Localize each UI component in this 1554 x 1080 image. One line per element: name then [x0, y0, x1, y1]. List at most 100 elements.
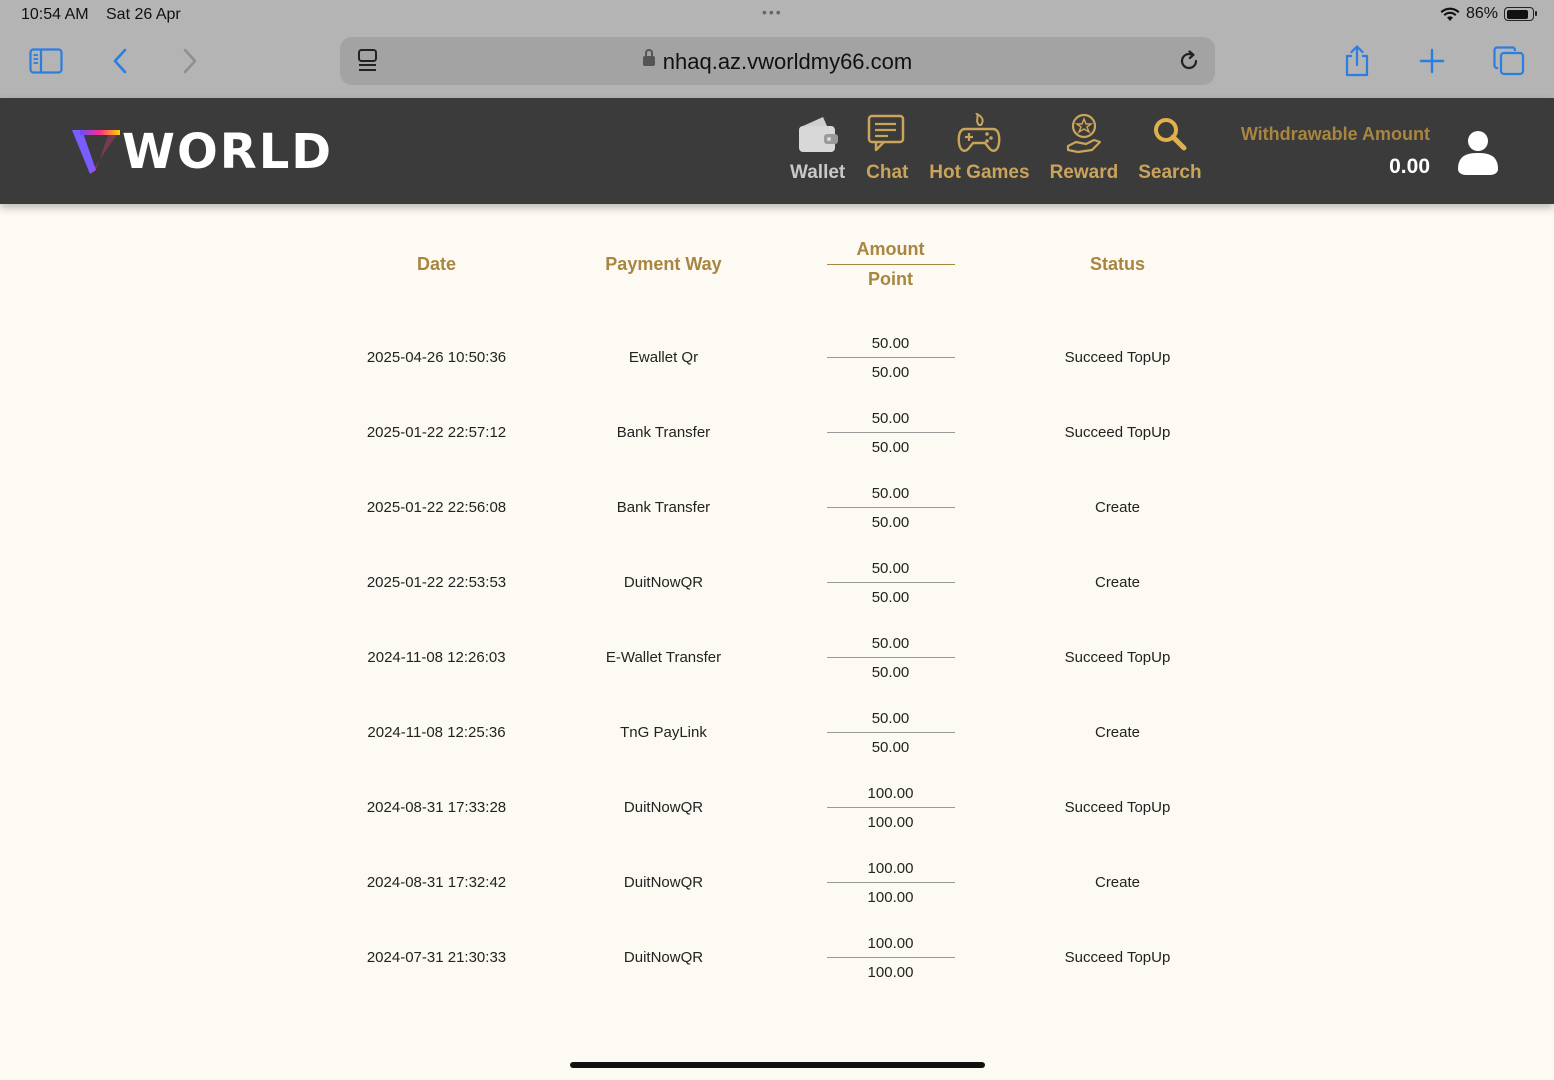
cell-amount: 50.00: [826, 335, 955, 358]
nav-search-label: Search: [1138, 162, 1202, 183]
header-amount: Amount: [826, 239, 955, 265]
user-avatar-icon[interactable]: [1450, 123, 1506, 179]
cell-amount: 50.00: [826, 710, 955, 733]
cell-point: 50.00: [871, 663, 910, 681]
reward-icon: [1066, 113, 1101, 154]
site-header: WORLD Wallet Chat Hot Games Reward Searc…: [0, 98, 1554, 204]
cell-status: Succeed TopUp: [1064, 424, 1171, 441]
gamepad-icon: [957, 113, 1001, 152]
back-button[interactable]: [108, 44, 132, 78]
header-status: Status: [1089, 254, 1145, 274]
cell-amount: 50.00: [826, 635, 955, 658]
cell-amount-point: 100.00 100.00: [777, 785, 1004, 831]
cell-amount-point: 100.00 100.00: [777, 860, 1004, 906]
table-header: Date Payment Way Amount Point Status: [323, 230, 1231, 300]
cell-payment-way: DuitNowQR: [623, 574, 704, 591]
cell-amount-point: 50.00 50.00: [777, 410, 1004, 456]
cell-amount: 50.00: [826, 560, 955, 583]
table-body: 2025-04-26 10:50:36 Ewallet Qr 50.00 50.0…: [323, 320, 1231, 995]
share-button[interactable]: [1340, 44, 1374, 78]
nav-search[interactable]: Search: [1138, 112, 1202, 184]
cell-payment-way: E-Wallet Transfer: [605, 649, 722, 666]
tabs-icon: [1493, 46, 1525, 76]
cell-point: 50.00: [871, 513, 910, 531]
header-amount-point: Amount Point: [777, 230, 1004, 300]
nav-chat-label: Chat: [866, 162, 909, 183]
cell-date: 2024-08-31 17:33:28: [366, 799, 507, 816]
cell-amount-point: 50.00 50.00: [777, 710, 1004, 756]
cell-payment-way: Ewallet Qr: [628, 349, 699, 366]
cell-amount: 100.00: [826, 785, 955, 808]
tabs-overview-button[interactable]: [1492, 44, 1526, 78]
cell-status: Succeed TopUp: [1064, 949, 1171, 966]
reload-icon[interactable]: [1177, 49, 1201, 73]
logo-text: WORLD: [122, 124, 334, 180]
nav-reward-label: Reward: [1049, 162, 1119, 183]
header-point: Point: [868, 269, 913, 289]
cell-amount: 100.00: [826, 860, 955, 883]
cell-date: 2025-04-26 10:50:36: [366, 349, 507, 366]
withdrawable-amount: Withdrawable Amount 0.00: [1241, 124, 1430, 179]
wallet-icon: [798, 117, 838, 152]
nav-chat[interactable]: Chat: [865, 112, 909, 184]
wifi-icon: [1440, 7, 1460, 21]
new-tab-button[interactable]: [1416, 44, 1448, 78]
url-text: nhaq.az.vworldmy66.com: [340, 49, 1215, 75]
browser-toolbar: nhaq.az.vworldmy66.com: [0, 30, 1554, 98]
sidebar-icon: [29, 48, 63, 74]
plus-icon: [1419, 48, 1445, 74]
multitask-dots-icon[interactable]: •••: [762, 4, 783, 20]
cell-point: 100.00: [867, 963, 914, 981]
search-icon: [1153, 118, 1187, 151]
cell-point: 100.00: [867, 813, 914, 831]
cell-amount: 50.00: [826, 410, 955, 433]
nav-hot-games[interactable]: Hot Games: [929, 112, 1030, 184]
cell-status: Create: [1094, 874, 1141, 891]
table-row: 2024-11-08 12:25:36 TnG PayLink 50.00 50.…: [323, 695, 1231, 770]
battery-percent: 86%: [1465, 5, 1498, 22]
cell-point: 50.00: [871, 363, 910, 381]
cell-payment-way: DuitNowQR: [623, 799, 704, 816]
cell-payment-way: Bank Transfer: [616, 424, 711, 441]
nav-hot-games-label: Hot Games: [929, 162, 1030, 183]
cell-date: 2024-11-08 12:25:36: [367, 724, 506, 741]
cell-date: 2025-01-22 22:53:53: [366, 574, 507, 591]
cell-status: Succeed TopUp: [1064, 649, 1171, 666]
share-icon: [1345, 45, 1369, 77]
cell-point: 100.00: [867, 888, 914, 906]
cell-date: 2024-08-31 17:32:42: [366, 874, 507, 891]
header-date: Date: [416, 254, 456, 274]
cell-date: 2024-11-08 12:26:03: [367, 649, 506, 666]
status-time: 10:54 AM: [21, 6, 89, 23]
chevron-left-icon: [113, 48, 127, 74]
cell-point: 50.00: [871, 738, 910, 756]
cell-amount-point: 50.00 50.00: [777, 635, 1004, 681]
home-indicator[interactable]: [570, 1062, 985, 1068]
address-bar[interactable]: nhaq.az.vworldmy66.com: [340, 37, 1215, 85]
forward-button[interactable]: [178, 44, 202, 78]
table-row: 2024-11-08 12:26:03 E-Wallet Transfer 50…: [323, 620, 1231, 695]
cell-amount-point: 50.00 50.00: [777, 485, 1004, 531]
cell-payment-way: DuitNowQR: [623, 874, 704, 891]
cell-status: Create: [1094, 574, 1141, 591]
cell-point: 50.00: [871, 438, 910, 456]
nav-wallet-label: Wallet: [790, 162, 846, 183]
cell-amount: 50.00: [826, 485, 955, 508]
table-row: 2025-01-22 22:56:08 Bank Transfer 50.00 5…: [323, 470, 1231, 545]
nav-wallet[interactable]: Wallet: [790, 112, 845, 184]
cell-amount-point: 100.00 100.00: [777, 935, 1004, 981]
cell-payment-way: Bank Transfer: [616, 499, 711, 516]
withdrawable-value: 0.00: [1389, 155, 1430, 178]
cell-amount: 100.00: [826, 935, 955, 958]
cell-status: Create: [1094, 724, 1141, 741]
table-row: 2024-08-31 17:33:28 DuitNowQR 100.00 100.…: [323, 770, 1231, 845]
cell-payment-way: DuitNowQR: [623, 949, 704, 966]
vworld-logo[interactable]: WORLD: [70, 122, 333, 182]
cell-amount-point: 50.00 50.00: [777, 335, 1004, 381]
cell-point: 50.00: [871, 588, 910, 606]
cell-amount-point: 50.00 50.00: [777, 560, 1004, 606]
url-label: nhaq.az.vworldmy66.com: [662, 49, 913, 74]
nav-reward[interactable]: Reward: [1049, 112, 1119, 184]
withdrawable-label: Withdrawable Amount: [1240, 124, 1430, 144]
sidebar-toggle-button[interactable]: [28, 44, 64, 78]
